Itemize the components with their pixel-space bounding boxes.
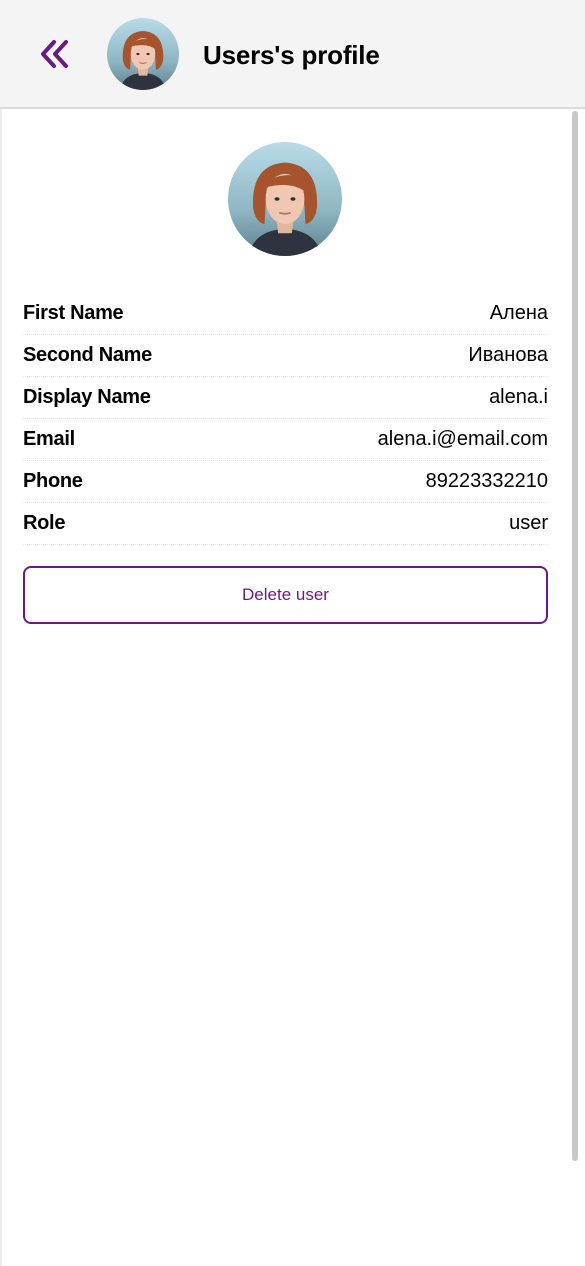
profile-panel — [0, 109, 585, 1266]
field-label: Second Name — [23, 344, 152, 366]
field-value: 89223332210 — [425, 470, 548, 492]
field-row-second-name: Second Name Иванова — [23, 335, 548, 377]
field-row-role: Role user — [23, 503, 548, 545]
field-value: Алена — [489, 302, 548, 324]
page-title: Users's profile — [203, 40, 380, 70]
header-avatar — [107, 18, 179, 90]
field-row-first-name: First Name Алена — [23, 293, 548, 335]
delete-user-button[interactable]: Delete user — [23, 566, 548, 624]
profile-fields: First Name Алена Second Name Иванова Dis… — [23, 293, 548, 545]
field-label: Phone — [23, 470, 83, 492]
double-chevron-left-icon — [41, 40, 68, 68]
field-label: First Name — [23, 302, 124, 324]
back-button[interactable] — [38, 38, 72, 72]
profile-avatar — [228, 142, 342, 256]
field-value: Иванова — [468, 344, 548, 366]
scrollbar[interactable] — [572, 111, 578, 1161]
field-value: user — [509, 512, 548, 534]
field-label: Email — [23, 428, 75, 450]
field-label: Role — [23, 512, 66, 534]
field-label: Display Name — [23, 386, 151, 408]
field-row-display-name: Display Name alena.i — [23, 377, 548, 419]
top-bar: Users's profile — [0, 0, 585, 109]
field-row-email: Email alena.i@email.com — [23, 419, 548, 461]
field-value: alena.i — [489, 386, 548, 408]
field-value: alena.i@email.com — [377, 428, 548, 450]
field-row-phone: Phone 89223332210 — [23, 461, 548, 503]
